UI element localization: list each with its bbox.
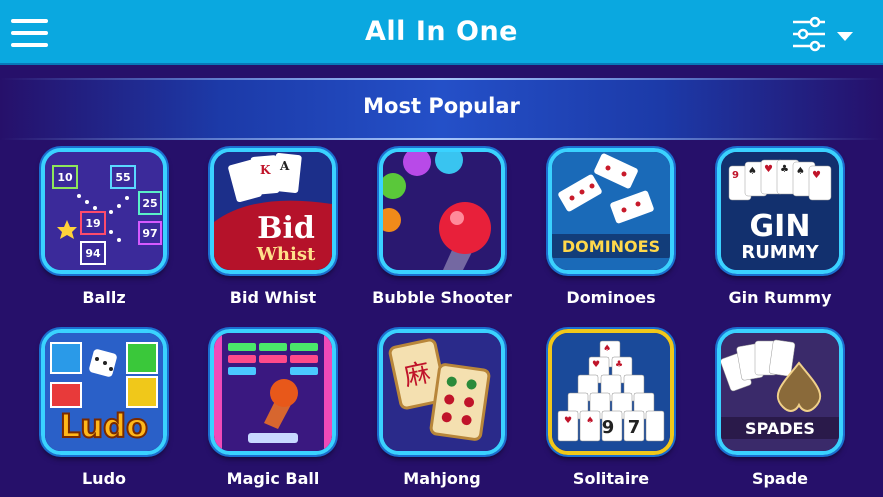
bubble-shooter-icon[interactable]	[379, 148, 505, 274]
gin-rummy-icon[interactable]: 9 ♠ ♥ ♣ ♠ ♥ GIN RUMMY	[717, 148, 843, 274]
bid-whist-icon[interactable]: K A Bid Whist	[210, 148, 336, 274]
svg-text:55: 55	[115, 171, 130, 184]
svg-text:♥: ♥	[812, 170, 821, 181]
svg-text:19: 19	[85, 217, 100, 230]
page-title: All In One	[365, 16, 518, 47]
game-label: Dominoes	[566, 288, 656, 307]
svg-text:97: 97	[142, 227, 157, 240]
svg-text:♥: ♥	[564, 416, 572, 426]
mahjong-icon[interactable]: 麻	[379, 329, 505, 455]
game-bid-whist[interactable]: K A Bid Whist Bid Whist	[203, 148, 343, 307]
section-header: Most Popular	[0, 78, 883, 140]
svg-text:Ludo: Ludo	[60, 407, 148, 445]
svg-text:♠: ♠	[586, 416, 594, 426]
svg-text:♣: ♣	[615, 360, 623, 370]
game-label: Magic Ball	[226, 469, 320, 488]
svg-text:♠: ♠	[796, 166, 805, 177]
solitaire-icon[interactable]: 9 7 ♠ ♥ ♣ ♥ ♠	[548, 329, 674, 455]
game-label: Bid Whist	[229, 288, 317, 307]
svg-text:♠: ♠	[748, 166, 757, 177]
section-title: Most Popular	[363, 94, 520, 118]
game-label: Ballz	[82, 288, 126, 307]
svg-text:RUMMY: RUMMY	[741, 242, 819, 263]
sliders-filter-icon[interactable]	[791, 16, 855, 52]
game-magic-ball[interactable]: Magic Ball	[203, 329, 343, 488]
svg-text:Bid: Bid	[257, 211, 315, 246]
game-label: Mahjong	[403, 469, 481, 488]
svg-text:10: 10	[57, 171, 73, 184]
svg-text:SPADES: SPADES	[745, 419, 815, 438]
svg-text:9: 9	[602, 417, 615, 438]
svg-text:Whist: Whist	[256, 244, 316, 265]
svg-text:A: A	[279, 159, 290, 173]
svg-text:♥: ♥	[592, 360, 600, 370]
top-bar: All In One	[0, 0, 883, 65]
game-gin-rummy[interactable]: 9 ♠ ♥ ♣ ♠ ♥ GIN RUMMY Gin Rummy	[710, 148, 850, 307]
svg-text:♣: ♣	[780, 164, 789, 175]
game-solitaire[interactable]: 9 7 ♠ ♥ ♣ ♥ ♠ Solitaire	[541, 329, 681, 488]
svg-text:9: 9	[732, 170, 739, 181]
game-label: Solitaire	[572, 469, 650, 488]
svg-text:94: 94	[85, 247, 101, 260]
dominoes-icon[interactable]: DOMINOES	[548, 148, 674, 274]
svg-text:7: 7	[628, 417, 641, 438]
game-bubble-shooter[interactable]: Bubble Shooter	[372, 148, 512, 307]
ludo-icon[interactable]: Ludo	[41, 329, 167, 455]
game-label: Bubble Shooter	[372, 288, 512, 307]
svg-text:25: 25	[142, 197, 157, 210]
svg-text:♠: ♠	[603, 344, 611, 354]
game-mahjong[interactable]: 麻 Mahjong	[372, 329, 512, 488]
svg-text:DOMINOES: DOMINOES	[562, 237, 660, 256]
svg-text:GIN: GIN	[750, 209, 811, 244]
game-label: Gin Rummy	[728, 288, 832, 307]
game-ballz[interactable]: 10 55 25 19 97 94 Ballz	[34, 148, 174, 307]
game-label: Ludo	[81, 469, 127, 488]
spades-icon[interactable]: SPADES	[717, 329, 843, 455]
game-spade[interactable]: SPADES Spade	[710, 329, 850, 488]
svg-text:K: K	[260, 163, 271, 177]
game-label: Spade	[751, 469, 809, 488]
ballz-icon[interactable]: 10 55 25 19 97 94	[41, 148, 167, 274]
svg-text:♥: ♥	[764, 164, 773, 175]
chevron-down-icon	[837, 32, 853, 41]
game-ludo[interactable]: Ludo Ludo	[34, 329, 174, 488]
magic-ball-icon[interactable]	[210, 329, 336, 455]
game-dominoes[interactable]: DOMINOES Dominoes	[541, 148, 681, 307]
